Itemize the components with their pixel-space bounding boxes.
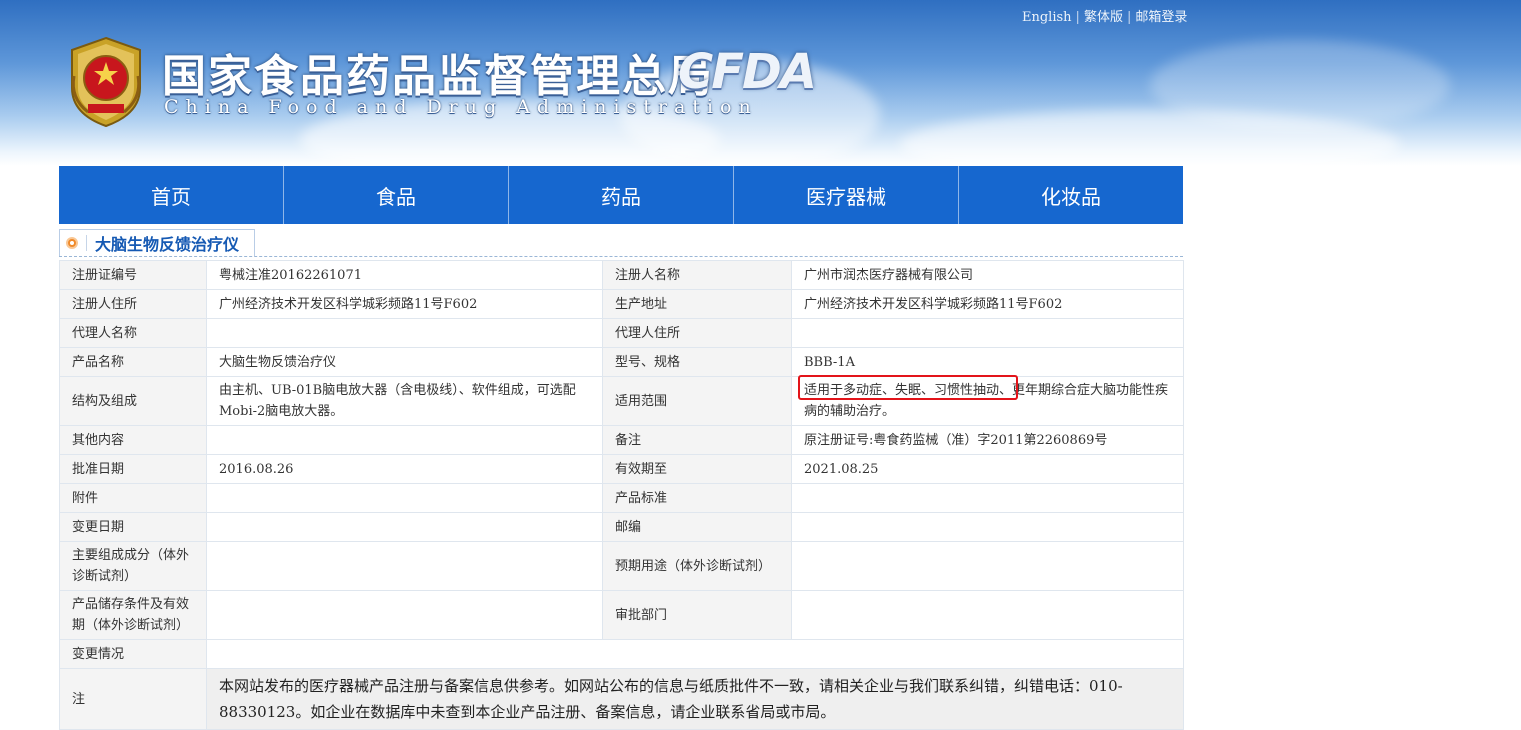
table-row: 结构及组成 由主机、UB-01B脑电放大器（含电极线）、软件组成，可选配Mobi… — [59, 376, 1184, 426]
field-label: 产品名称 — [59, 347, 207, 377]
table-row: 注册人住所 广州经济技术开发区科学城彩频路11号F602 生产地址 广州经济技术… — [59, 289, 1184, 319]
english-link[interactable]: English — [1022, 10, 1072, 25]
field-value: 广州市润杰医疗器械有限公司 — [791, 260, 1184, 290]
table-row: 代理人名称 代理人住所 — [59, 318, 1184, 348]
field-value — [791, 483, 1184, 513]
product-info-table: 注册证编号 粤械注准20162261071 注册人名称 广州市润杰医疗器械有限公… — [59, 260, 1184, 730]
field-label: 审批部门 — [602, 590, 792, 640]
field-value — [791, 590, 1184, 640]
table-row: 批准日期 2016.08.26 有效期至 2021.08.25 — [59, 454, 1184, 484]
field-label: 其他内容 — [59, 425, 207, 455]
field-value — [206, 512, 603, 542]
mail-login-link[interactable]: 邮箱登录 — [1135, 10, 1187, 25]
field-label: 代理人名称 — [59, 318, 207, 348]
field-value: 广州经济技术开发区科学城彩频路11号F602 — [206, 289, 603, 319]
field-label: 注册人住所 — [59, 289, 207, 319]
nav-cosmetics[interactable]: 化妆品 — [959, 166, 1183, 224]
field-label: 生产地址 — [602, 289, 792, 319]
site-title-cn: 国家食品药品监督管理总局 — [162, 51, 714, 102]
table-row: 主要组成成分（体外诊断试剂） 预期用途（体外诊断试剂） — [59, 541, 1184, 591]
field-label: 主要组成成分（体外诊断试剂） — [59, 541, 207, 591]
field-value: 广州经济技术开发区科学城彩频路11号F602 — [791, 289, 1184, 319]
field-value: 大脑生物反馈治疗仪 — [206, 347, 603, 377]
cfda-logo: CFDA — [678, 44, 817, 100]
field-value: 2021.08.25 — [791, 454, 1184, 484]
table-row: 其他内容 备注 原注册证号:粤食药监械（准）字2011第2260869号 — [59, 425, 1184, 455]
field-label: 附件 — [59, 483, 207, 513]
tab-divider — [86, 235, 87, 251]
field-label: 注册人名称 — [602, 260, 792, 290]
field-label: 变更日期 — [59, 512, 207, 542]
field-value — [791, 512, 1184, 542]
table-row-note: 注 本网站发布的医疗器械产品注册与备案信息供参考。如网站公布的信息与纸质批件不一… — [59, 668, 1184, 730]
section-title: 大脑生物反馈治疗仪 — [95, 235, 240, 254]
field-label: 结构及组成 — [59, 376, 207, 426]
section-header: 大脑生物反馈治疗仪 — [59, 229, 1183, 257]
table-row: 变更情况 — [59, 639, 1184, 669]
table-row: 附件 产品标准 — [59, 483, 1184, 513]
main-nav: 首页 食品 药品 医疗器械 化妆品 — [59, 166, 1183, 224]
field-label: 产品标准 — [602, 483, 792, 513]
cloud-decoration — [1150, 40, 1450, 130]
field-value: BBB-1A — [791, 347, 1184, 377]
bullet-circle-icon — [66, 237, 78, 249]
note-text: 本网站发布的医疗器械产品注册与备案信息供参考。如网站公布的信息与纸质批件不一致，… — [206, 668, 1184, 730]
field-label: 型号、规格 — [602, 347, 792, 377]
field-value — [791, 541, 1184, 591]
field-label: 产品储存条件及有效期（体外诊断试剂） — [59, 590, 207, 640]
field-label: 代理人住所 — [602, 318, 792, 348]
nav-medical-devices[interactable]: 医疗器械 — [734, 166, 959, 224]
field-value — [206, 639, 1184, 669]
field-value: 粤械注准20162261071 — [206, 260, 603, 290]
field-value: 原注册证号:粤食药监械（准）字2011第2260869号 — [791, 425, 1184, 455]
nav-food[interactable]: 食品 — [284, 166, 509, 224]
field-label: 批准日期 — [59, 454, 207, 484]
field-label: 备注 — [602, 425, 792, 455]
field-value — [206, 541, 603, 591]
note-label: 注 — [59, 668, 207, 730]
field-value: 由主机、UB-01B脑电放大器（含电极线）、软件组成，可选配Mobi-2脑电放大… — [206, 376, 603, 426]
traditional-chinese-link[interactable]: 繁体版 — [1084, 10, 1123, 25]
field-label: 适用范围 — [602, 376, 792, 426]
site-header: English | 繁体版 | 邮箱登录 国家食品药品监督管理总局 China Food… — [0, 0, 1521, 166]
field-value — [791, 318, 1184, 348]
field-label: 注册证编号 — [59, 260, 207, 290]
field-label: 有效期至 — [602, 454, 792, 484]
nav-drugs[interactable]: 药品 — [509, 166, 734, 224]
field-label: 变更情况 — [59, 639, 207, 669]
nav-home[interactable]: 首页 — [59, 166, 284, 224]
section-tab: 大脑生物反馈治疗仪 — [59, 229, 255, 256]
field-value — [206, 318, 603, 348]
field-value: 2016.08.26 — [206, 454, 603, 484]
table-row: 产品名称 大脑生物反馈治疗仪 型号、规格 BBB-1A — [59, 347, 1184, 377]
national-emblem-icon — [71, 36, 141, 128]
site-title-en: China Food and Drug Administration — [164, 96, 758, 118]
field-value: 适用于多动症、失眠、习惯性抽动、更年期综合症大脑功能性疾病的辅助治疗。 — [791, 376, 1184, 426]
field-value — [206, 590, 603, 640]
field-label: 预期用途（体外诊断试剂） — [602, 541, 792, 591]
field-value — [206, 425, 603, 455]
table-row: 注册证编号 粤械注准20162261071 注册人名称 广州市润杰医疗器械有限公… — [59, 260, 1184, 290]
table-row: 产品储存条件及有效期（体外诊断试剂） 审批部门 — [59, 590, 1184, 640]
table-row: 变更日期 邮编 — [59, 512, 1184, 542]
field-label: 邮编 — [602, 512, 792, 542]
field-value — [206, 483, 603, 513]
top-links: English | 繁体版 | 邮箱登录 — [1022, 10, 1188, 25]
